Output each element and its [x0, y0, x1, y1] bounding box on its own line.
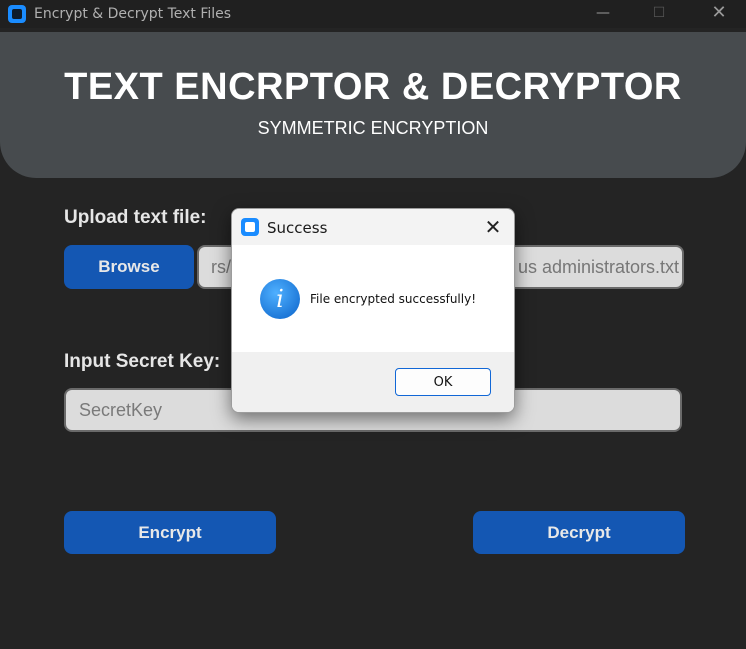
upload-label: Upload text file:: [64, 207, 207, 228]
file-path-left-text: rs/: [211, 257, 231, 277]
dialog-close-button[interactable]: ✕: [480, 214, 506, 240]
info-icon: i: [260, 279, 300, 319]
encrypt-button[interactable]: Encrypt: [64, 511, 276, 554]
dialog-title: Success: [267, 219, 328, 237]
dialog-app-icon: [241, 218, 259, 236]
file-path-right-text: us administrators.txt: [517, 257, 679, 277]
header-banner: TEXT ENCRPTOR & DECRYPTOR SYMMETRIC ENCR…: [0, 32, 746, 178]
window-title: Encrypt & Decrypt Text Files: [34, 6, 232, 22]
dialog-title-bar[interactable]: Success ✕: [232, 209, 514, 245]
dialog-footer: OK: [232, 352, 514, 412]
success-dialog: Success ✕ i File encrypted successfully!…: [231, 208, 515, 413]
maximize-button[interactable]: ☐: [636, 0, 682, 28]
page-subtitle: SYMMETRIC ENCRYPTION: [257, 118, 489, 138]
app-icon: [8, 5, 26, 23]
minimize-button[interactable]: —: [580, 0, 626, 28]
browse-button[interactable]: Browse: [64, 245, 194, 289]
secret-key-label: Input Secret Key:: [64, 351, 221, 372]
close-button[interactable]: ✕: [696, 0, 742, 28]
dialog-message: File encrypted successfully!: [310, 292, 477, 306]
dialog-body: i File encrypted successfully!: [232, 245, 514, 352]
ok-button[interactable]: OK: [395, 368, 491, 396]
title-bar[interactable]: Encrypt & Decrypt Text Files — ☐ ✕: [0, 0, 746, 28]
page-title: TEXT ENCRPTOR & DECRYPTOR: [64, 66, 682, 108]
secret-key-placeholder: SecretKey: [79, 400, 163, 420]
decrypt-button[interactable]: Decrypt: [473, 511, 685, 554]
app-window: Encrypt & Decrypt Text Files — ☐ ✕ TEXT …: [0, 0, 746, 649]
